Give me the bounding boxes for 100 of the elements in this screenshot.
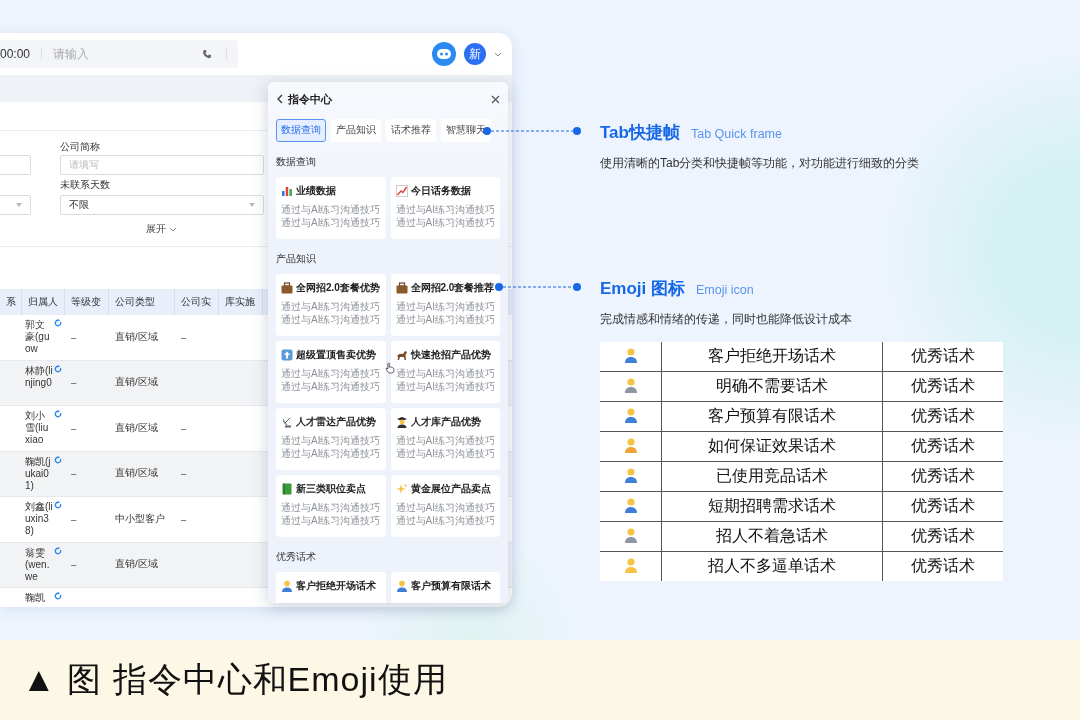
- card-title: 超级置顶售卖优势: [296, 348, 376, 362]
- field-label: 未联系天数: [60, 178, 111, 192]
- caption: ▲ 图 指令中心和Emoji使用: [22, 659, 448, 700]
- command-card[interactable]: 快速抢招产品优势 通过与AI练习沟通技巧通过与AI练习沟通技巧: [390, 341, 500, 403]
- table-cell: 优秀话术: [911, 467, 975, 484]
- tab[interactable]: 产品知识: [331, 119, 381, 142]
- command-card[interactable]: 今日话务数据 通过与AI练习沟通技巧通过与AI练习沟通技巧: [390, 177, 500, 239]
- command-card[interactable]: 全网招2.0套餐推荐 通过与AI练习沟通技巧通过与AI练习沟通技巧: [390, 274, 500, 336]
- card-title: 全网招2.0套餐推荐: [410, 281, 495, 295]
- search-placeholder: 请输入: [53, 45, 91, 63]
- annotation-text: 完成情感和情绪的传递，同时也能降低设计成本: [600, 311, 852, 328]
- table-cell: –: [71, 331, 77, 343]
- table-cell: 直销/区域: [115, 421, 158, 435]
- tab[interactable]: 数据查询: [276, 119, 326, 142]
- table-cell: 优秀话术: [911, 497, 975, 514]
- card-title: 快速抢招产品优势: [410, 348, 491, 362]
- card-description: 通过与AI练习沟通技巧通过与AI练习沟通技巧: [281, 300, 382, 326]
- field-label: 公司简称: [60, 141, 101, 154]
- card-description: 通过与AI练习沟通技巧通过与AI练习沟通技巧: [395, 300, 496, 326]
- table-cell: 直销/区域: [115, 467, 158, 481]
- table-cell: 直销/区域: [115, 376, 158, 390]
- section-title: 优秀话术: [276, 551, 317, 564]
- card-title: 人才库产品优势: [410, 415, 481, 429]
- column-header: 等级变: [65, 289, 109, 315]
- annotation-subtitle: Emoji icon: [696, 283, 754, 297]
- table-cell: –: [71, 513, 77, 525]
- command-card[interactable]: 全网招2.0套餐优势 通过与AI练习沟通技巧通过与AI练习沟通技巧: [276, 274, 386, 336]
- section-title: 数据查询: [276, 156, 317, 169]
- command-card[interactable]: 超级置顶售卖优势 通过与AI练习沟通技巧通过与AI练习沟通技巧: [276, 341, 386, 403]
- dropdown[interactable]: 不限: [60, 195, 264, 215]
- column-header: 公司实: [175, 289, 219, 315]
- new-badge[interactable]: 新: [464, 43, 486, 65]
- table-cell: –: [181, 513, 187, 525]
- card-title: 黄金展位产品卖点: [410, 482, 491, 496]
- table-cell: 招人不着急话术: [716, 527, 828, 544]
- table-cell: 已使用竞品话术: [716, 467, 828, 484]
- table-cell: –: [71, 377, 77, 389]
- table-cell: 短期招聘需求话术: [708, 497, 836, 514]
- table-cell: 刘鑫(liuxin38): [25, 501, 53, 537]
- card-description: 通过与AI练习沟通技巧通过与AI练习沟通技巧: [281, 203, 382, 229]
- table-cell: 优秀话术: [911, 407, 975, 424]
- table-cell-text: 鞠凯(jukai01): [25, 455, 52, 492]
- command-card[interactable]: 新三类职位卖点 通过与AI练习沟通技巧通过与AI练习沟通技巧: [276, 475, 386, 537]
- card-description: 通过与AI练习沟通技巧通过与AI练习沟通技巧: [281, 434, 382, 460]
- card-title: 人才雷达产品优势: [296, 415, 376, 429]
- table-cell: 中小型客户: [115, 512, 165, 526]
- card-title: 今日话务数据: [410, 184, 471, 198]
- table-cell: –: [71, 468, 77, 480]
- command-card[interactable]: 业绩数据 通过与AI练习沟通技巧通过与AI练习沟通技巧: [276, 177, 386, 239]
- table-cell: –: [181, 422, 187, 434]
- table-cell: 招人不多逼单话术: [708, 557, 836, 574]
- table-cell: 客户拒绝开场话术: [708, 347, 836, 364]
- card-title: 客户拒绝开场话术: [296, 579, 376, 593]
- table-cell: 优秀话术: [911, 377, 975, 394]
- command-card[interactable]: 人才雷达产品优势 通过与AI练习沟通技巧通过与AI练习沟通技巧: [276, 408, 386, 470]
- table-cell: 直销/区域: [115, 330, 158, 344]
- table-cell: –: [71, 422, 77, 434]
- table-cell-text: 鞠凯: [25, 592, 46, 604]
- table-cell-text: 刘小雪(liuxiao: [25, 410, 50, 446]
- command-card[interactable]: 客户拒绝开场话术: [276, 572, 386, 603]
- card-description: 通过与AI练习沟通技巧通过与AI练习沟通技巧: [395, 203, 496, 229]
- card-title: 全网招2.0套餐优势: [296, 281, 380, 295]
- table-cell: 客户预算有限话术: [708, 407, 836, 424]
- command-card[interactable]: 客户预算有限话术: [390, 572, 500, 603]
- card-title: 业绩数据: [296, 184, 336, 198]
- card-title: 新三类职位卖点: [296, 482, 366, 496]
- command-card[interactable]: 黄金展位产品卖点 通过与AI练习沟通技巧通过与AI练习沟通技巧: [390, 475, 500, 537]
- annotation-title: Tab快捷帧: [600, 122, 680, 144]
- table-cell: 明确不需要话术: [716, 377, 828, 394]
- panel-title: 指令中心: [288, 91, 332, 107]
- card-description: 通过与AI练习沟通技巧通过与AI练习沟通技巧: [395, 434, 496, 460]
- section-title: 产品知识: [276, 253, 317, 266]
- table-cell-text: 翁雯(wen.we: [25, 546, 51, 583]
- command-card[interactable]: 人才库产品优势 通过与AI练习沟通技巧通过与AI练习沟通技巧: [390, 408, 500, 470]
- table-cell: –: [181, 331, 187, 343]
- table-cell: 优秀话术: [911, 437, 975, 454]
- table-cell: –: [71, 559, 77, 571]
- column-header: 系: [0, 289, 22, 315]
- search-field[interactable]: 00:00 请输入: [0, 40, 238, 68]
- table-cell-text: 郭文豪(guow: [25, 319, 51, 355]
- card-description: 通过与AI练习沟通技巧通过与AI练习沟通技巧: [395, 501, 496, 527]
- column-header: 公司类型: [109, 289, 175, 315]
- table-cell: –: [181, 468, 187, 480]
- card-description: 通过与AI练习沟通技巧通过与AI练习沟通技巧: [395, 367, 496, 393]
- expand-link[interactable]: 展开: [145, 223, 177, 236]
- table-cell: 优秀话术: [911, 347, 975, 364]
- time-text: 00:00: [0, 47, 31, 61]
- tab[interactable]: 话术推荐: [386, 119, 436, 142]
- annotation-text: 使用清晰的Tab分类和快捷帧等功能，对功能进行细致的分类: [600, 155, 920, 172]
- annotation-title: Emoji 图标: [600, 278, 685, 300]
- column-header: 归属人: [22, 289, 65, 315]
- card-description: 通过与AI练习沟通技巧通过与AI练习沟通技巧: [281, 501, 382, 527]
- table-cell: 优秀话术: [911, 527, 975, 544]
- card-title: 客户预算有限话术: [410, 579, 491, 593]
- annotation-subtitle: Tab Quick frame: [690, 127, 782, 141]
- table-cell: 优秀话术: [911, 557, 975, 574]
- card-description: 通过与AI练习沟通技巧通过与AI练习沟通技巧: [281, 367, 382, 393]
- table-cell: 直销/区域: [115, 558, 158, 572]
- column-header: 库实施: [219, 289, 263, 315]
- table-cell: 林静(linjing0: [25, 364, 53, 389]
